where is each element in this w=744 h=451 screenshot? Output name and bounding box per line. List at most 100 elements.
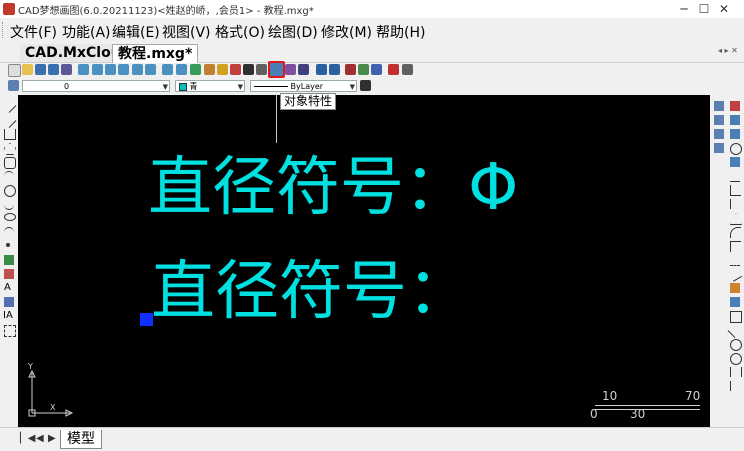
offset-icon[interactable]: [714, 129, 724, 139]
object-properties-icon[interactable]: [268, 61, 285, 78]
scale-icon[interactable]: [730, 157, 740, 167]
fillet-icon[interactable]: [730, 227, 741, 238]
table-icon[interactable]: [4, 325, 16, 337]
menu-edit[interactable]: 编辑(E): [112, 22, 160, 42]
extend-icon[interactable]: [730, 199, 741, 209]
menu-view[interactable]: 视图(V): [162, 22, 211, 42]
pencil-icon[interactable]: [204, 64, 215, 75]
hatch-icon[interactable]: [4, 255, 14, 265]
join-icon[interactable]: [730, 255, 740, 266]
stretch-icon[interactable]: [730, 171, 740, 182]
layout-bar: ▏◀ ◀ ▶ 模型: [0, 427, 744, 451]
menu-help[interactable]: 帮助(H): [376, 22, 425, 42]
paste-icon[interactable]: [371, 64, 382, 75]
dimension-icon[interactable]: [730, 311, 742, 323]
radius-dimension-icon[interactable]: [730, 339, 742, 351]
menu-file[interactable]: 文件(F): [10, 22, 57, 42]
drawing-text-line-2[interactable]: 直径符号：: [151, 257, 471, 327]
move-icon[interactable]: [730, 129, 740, 139]
trim-icon[interactable]: [730, 185, 741, 196]
menu-grip: [2, 22, 6, 38]
block-icon[interactable]: [298, 64, 309, 75]
cut-icon[interactable]: [345, 64, 356, 75]
lengthen-icon[interactable]: [727, 267, 743, 282]
drawing-text-line-1[interactable]: 直径符号：Φ: [148, 153, 518, 223]
diameter-dimension-icon[interactable]: [730, 353, 742, 365]
print-icon[interactable]: [61, 64, 72, 75]
selection-grip[interactable]: [140, 313, 153, 326]
paint-icon[interactable]: [285, 64, 296, 75]
copy-modify-icon[interactable]: [730, 115, 740, 125]
measure-icon[interactable]: [132, 64, 143, 75]
erase-icon[interactable]: [730, 101, 740, 111]
zoom-out-icon[interactable]: [105, 64, 116, 75]
color-select[interactable]: 青 ▼: [175, 80, 245, 92]
redo-icon[interactable]: [329, 64, 340, 75]
export-icon[interactable]: [402, 64, 413, 75]
explode-icon[interactable]: [730, 283, 740, 293]
linear-dimension-icon[interactable]: [730, 367, 742, 377]
new-file-icon[interactable]: [8, 64, 21, 77]
zoom-extents-icon[interactable]: [118, 64, 129, 75]
point-icon[interactable]: [6, 243, 10, 247]
polyline-icon[interactable]: [4, 129, 16, 140]
ray-icon[interactable]: [1, 113, 17, 128]
tab-tutorial[interactable]: 教程.mxg*: [112, 44, 199, 63]
chamfer-icon[interactable]: [730, 241, 741, 252]
layer-manager-icon[interactable]: [8, 80, 19, 91]
match-properties-icon[interactable]: [243, 64, 254, 75]
region-icon[interactable]: [4, 269, 14, 279]
close-button[interactable]: ✕: [704, 0, 744, 18]
lineweight-icon[interactable]: [360, 80, 371, 91]
rectangle-icon[interactable]: [4, 157, 16, 169]
tab-model[interactable]: 模型: [60, 430, 102, 449]
copy-object-icon[interactable]: [714, 101, 724, 111]
pan-icon[interactable]: [190, 64, 201, 75]
menu-format[interactable]: 格式(O): [215, 22, 265, 42]
search-icon[interactable]: [176, 64, 187, 75]
zoom-previous-icon[interactable]: [145, 64, 156, 75]
menu-function[interactable]: 功能(A): [62, 22, 111, 42]
rotate-icon[interactable]: [730, 143, 742, 155]
menu-modify[interactable]: 修改(M): [321, 22, 372, 42]
zoom-realtime-icon[interactable]: [162, 64, 173, 75]
zoom-window-icon[interactable]: [78, 64, 89, 75]
ellipse-arc-icon[interactable]: [4, 227, 14, 238]
circle-icon[interactable]: [4, 185, 16, 197]
leader-icon[interactable]: [730, 381, 741, 391]
line-icon[interactable]: [1, 98, 17, 113]
text-icon[interactable]: A: [4, 283, 11, 293]
chevron-down-icon: ▼: [237, 83, 243, 91]
zoom-in-icon[interactable]: [92, 64, 103, 75]
save-as-icon[interactable]: [48, 64, 59, 75]
spline-icon[interactable]: [4, 199, 14, 210]
undo-icon[interactable]: [316, 64, 327, 75]
break-icon[interactable]: [730, 213, 742, 225]
polygon-icon[interactable]: [4, 143, 16, 155]
save-icon[interactable]: [35, 64, 46, 75]
brush-icon[interactable]: [217, 64, 228, 75]
pdf-icon[interactable]: [388, 64, 399, 75]
angle-dimension-icon[interactable]: [727, 323, 743, 338]
copy-icon[interactable]: [358, 64, 369, 75]
open-folder-icon[interactable]: [22, 64, 33, 75]
array-icon[interactable]: [714, 143, 724, 153]
linetype-select[interactable]: ByLayer ▼: [250, 80, 357, 92]
drawing-canvas[interactable]: 直径符号：Φ 直径符号： Y X 10 70 0 30: [18, 95, 710, 427]
align-icon[interactable]: [730, 297, 740, 307]
arc-icon[interactable]: [4, 171, 14, 182]
layer-select[interactable]: 0 ▼: [22, 80, 170, 92]
prev-layout-icon[interactable]: ◀: [36, 433, 44, 444]
mirror-icon[interactable]: [714, 115, 724, 125]
tab-scroll-controls[interactable]: ◂ ▸ ✕: [718, 46, 738, 55]
first-layout-icon[interactable]: ▏◀: [20, 433, 35, 444]
property-bar: 0 ▼ 青 ▼ ByLayer ▼: [0, 80, 744, 94]
tooltip-object-properties: 对象特性: [280, 93, 337, 110]
layers-icon[interactable]: [230, 64, 241, 75]
mtext-icon[interactable]: IA: [3, 311, 13, 321]
menu-draw[interactable]: 绘图(D): [268, 22, 318, 42]
insert-block-icon[interactable]: [4, 297, 14, 307]
ellipse-icon[interactable]: [4, 213, 16, 221]
next-layout-icon[interactable]: ▶: [48, 433, 56, 444]
edit-icon[interactable]: [256, 64, 267, 75]
